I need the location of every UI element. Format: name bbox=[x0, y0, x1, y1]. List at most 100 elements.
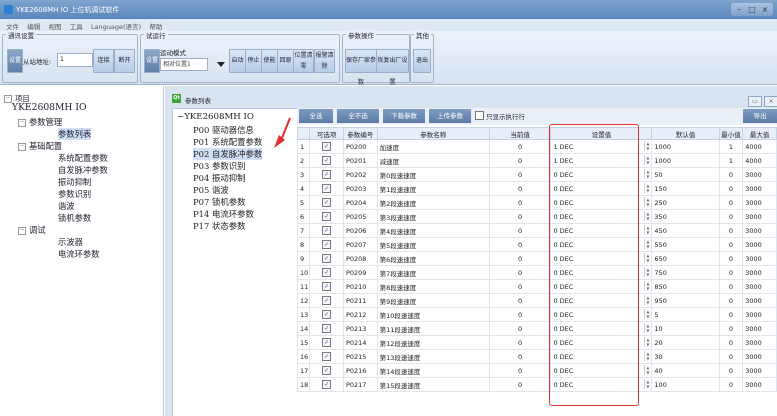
tree-item-lock[interactable]: 锁机参数 bbox=[58, 212, 91, 224]
row-select-checkbox[interactable]: ✓ bbox=[309, 181, 344, 196]
row-select-checkbox[interactable]: ✓ bbox=[309, 335, 344, 350]
setting-value-input[interactable]: 0 DEC ▲ ▼ bbox=[550, 293, 653, 308]
row-select-checkbox[interactable]: ✓ bbox=[309, 363, 344, 378]
setting-value-input[interactable]: 0 DEC ▲ ▼ bbox=[550, 181, 653, 196]
setting-value-input[interactable]: 0 DEC ▲ ▼ bbox=[550, 349, 653, 364]
param-group-item[interactable]: P05 谐波 bbox=[193, 184, 229, 196]
table-row[interactable]: 13 ✓ P0212 第10段速速度 0 0 DEC ▲ ▼ 5 0 3000 bbox=[296, 307, 777, 322]
minimize-icon[interactable]: – bbox=[733, 4, 745, 15]
select-none-button[interactable]: 全不选 bbox=[337, 109, 379, 123]
setting-value-input[interactable]: 0 DEC ▲ ▼ bbox=[550, 223, 653, 238]
checkbox-checked-icon[interactable]: ✓ bbox=[322, 324, 332, 333]
tree-item-self-pulse[interactable]: 自发脉冲参数 bbox=[58, 164, 108, 176]
checkbox-checked-icon[interactable]: ✓ bbox=[322, 380, 332, 389]
checkbox-checked-icon[interactable]: ✓ bbox=[322, 254, 332, 263]
row-select-checkbox[interactable]: ✓ bbox=[309, 153, 344, 168]
spinner-icon[interactable]: ▲ ▼ bbox=[644, 211, 650, 221]
restore-icon[interactable]: ▭ bbox=[748, 96, 762, 107]
table-row[interactable]: 3 ✓ P0202 第0段速速度 0 0 DEC ▲ ▼ 50 0 3000 bbox=[296, 167, 777, 182]
collapse-icon[interactable]: − bbox=[4, 95, 12, 103]
tree-item-harmonic[interactable]: 谐波 bbox=[58, 200, 75, 212]
spinner-icon[interactable]: ▲ ▼ bbox=[644, 141, 650, 151]
restore-factory-button[interactable]: 恢复出厂设置 bbox=[376, 49, 409, 86]
spinner-icon[interactable]: ▲ ▼ bbox=[644, 239, 650, 249]
row-select-checkbox[interactable]: ✓ bbox=[309, 195, 344, 210]
connect-button[interactable]: 连接 bbox=[93, 49, 114, 73]
param-group-item[interactable]: P17 状态参数 bbox=[193, 220, 245, 232]
row-select-checkbox[interactable]: ✓ bbox=[309, 321, 344, 336]
table-row[interactable]: 11 ✓ P0210 第8段速速度 0 0 DEC ▲ ▼ 850 0 3000 bbox=[296, 279, 777, 294]
checkbox-checked-icon[interactable]: ✓ bbox=[322, 296, 332, 305]
download-params-button[interactable]: 下载参数 bbox=[383, 109, 425, 123]
position-clear-button[interactable]: 位置清零 bbox=[293, 49, 314, 73]
export-button[interactable]: 导出 bbox=[743, 109, 777, 123]
param-group-item[interactable]: P07 锁机参数 bbox=[193, 196, 245, 208]
setting-value-input[interactable]: 0 DEC ▲ ▼ bbox=[550, 237, 653, 252]
table-row[interactable]: 15 ✓ P0214 第12段速速度 0 0 DEC ▲ ▼ 20 0 3000 bbox=[296, 335, 777, 350]
row-select-checkbox[interactable]: ✓ bbox=[309, 307, 344, 322]
close-icon[interactable]: × bbox=[764, 96, 777, 107]
start-button[interactable]: 启动 bbox=[229, 49, 246, 73]
table-row[interactable]: 7 ✓ P0206 第4段速速度 0 0 DEC ▲ ▼ 450 0 3000 bbox=[296, 223, 777, 238]
checkbox-checked-icon[interactable]: ✓ bbox=[322, 282, 332, 291]
param-group-item[interactable]: P03 参数识别 bbox=[193, 160, 245, 172]
table-row[interactable]: 18 ✓ P0217 第15段速速度 0 0 DEC ▲ ▼ 100 0 3000 bbox=[296, 377, 777, 392]
menu-view[interactable]: 视图 bbox=[48, 21, 61, 31]
tree-item-param-ident[interactable]: 参数识别 bbox=[58, 188, 91, 200]
tree-device[interactable]: YKE2608MH IO bbox=[12, 102, 87, 113]
spinner-icon[interactable]: ▲ ▼ bbox=[644, 309, 650, 319]
setting-value-input[interactable]: 0 DEC ▲ ▼ bbox=[550, 335, 653, 350]
tree-item-param-list[interactable]: 参数列表 bbox=[58, 128, 92, 140]
tree-debug[interactable]: − 调试 bbox=[18, 224, 46, 236]
slave-address-input[interactable]: 1 bbox=[57, 53, 93, 67]
table-row[interactable]: 8 ✓ P0207 第5段速速度 0 0 DEC ▲ ▼ 550 0 3000 bbox=[296, 237, 777, 252]
run-mode-select[interactable]: 相对位置1 bbox=[160, 58, 208, 71]
param-group-item[interactable]: P01 系统配置参数 bbox=[193, 136, 262, 148]
table-row[interactable]: 4 ✓ P0203 第1段速速度 0 0 DEC ▲ ▼ 150 0 3000 bbox=[296, 181, 777, 196]
setting-value-input[interactable]: 1 DEC ▲ ▼ bbox=[550, 153, 653, 168]
table-row[interactable]: 10 ✓ P0209 第7段速速度 0 0 DEC ▲ ▼ 750 0 3000 bbox=[296, 265, 777, 280]
exit-button[interactable]: 退出 bbox=[413, 49, 431, 73]
checkbox-checked-icon[interactable]: ✓ bbox=[322, 156, 332, 165]
tree-basic-config[interactable]: − 基础配置 bbox=[18, 140, 62, 152]
setting-value-input[interactable]: 0 DEC ▲ ▼ bbox=[550, 377, 653, 392]
table-row[interactable]: 12 ✓ P0211 第9段速速度 0 0 DEC ▲ ▼ 950 0 3000 bbox=[296, 293, 777, 308]
setting-value-input[interactable]: 0 DEC ▲ ▼ bbox=[550, 321, 653, 336]
tree-item-current-loop[interactable]: 电流环参数 bbox=[58, 248, 100, 260]
checkbox-checked-icon[interactable]: ✓ bbox=[322, 352, 332, 361]
spinner-icon[interactable]: ▲ ▼ bbox=[644, 225, 650, 235]
row-select-checkbox[interactable]: ✓ bbox=[309, 265, 344, 280]
row-select-checkbox[interactable]: ✓ bbox=[309, 237, 344, 252]
spinner-icon[interactable]: ▲ ▼ bbox=[644, 323, 650, 333]
spinner-icon[interactable]: ▲ ▼ bbox=[644, 155, 650, 165]
tree-item-vibration[interactable]: 振动抑制 bbox=[58, 176, 91, 188]
checkbox-checked-icon[interactable]: ✓ bbox=[322, 142, 332, 151]
checkbox-checked-icon[interactable]: ✓ bbox=[322, 198, 332, 207]
checkbox-checked-icon[interactable]: ✓ bbox=[322, 226, 332, 235]
row-select-checkbox[interactable]: ✓ bbox=[309, 349, 344, 364]
spinner-icon[interactable]: ▲ ▼ bbox=[644, 365, 650, 375]
collapse-icon[interactable]: − bbox=[18, 142, 26, 151]
param-tree-root[interactable]: −YKE2608MH IO bbox=[177, 112, 254, 122]
chevron-down-icon[interactable] bbox=[217, 62, 225, 67]
stop-button[interactable]: 停止 bbox=[245, 49, 262, 73]
checkbox-checked-icon[interactable]: ✓ bbox=[322, 338, 332, 347]
checkbox-checked-icon[interactable]: ✓ bbox=[322, 184, 332, 193]
spinner-icon[interactable]: ▲ ▼ bbox=[644, 379, 650, 389]
checkbox-checked-icon[interactable]: ✓ bbox=[322, 268, 332, 277]
param-group-item[interactable]: P14 电流环参数 bbox=[193, 208, 254, 220]
spinner-icon[interactable]: ▲ ▼ bbox=[644, 183, 650, 193]
spinner-icon[interactable]: ▲ ▼ bbox=[644, 295, 650, 305]
row-select-checkbox[interactable]: ✓ bbox=[309, 279, 344, 294]
table-row[interactable]: 1 ✓ P0200 加速度 0 1 DEC ▲ ▼ 1000 1 4000 bbox=[296, 139, 777, 154]
collapse-icon[interactable]: − bbox=[18, 118, 26, 127]
table-row[interactable]: 14 ✓ P0213 第11段速速度 0 0 DEC ▲ ▼ 10 0 3000 bbox=[296, 321, 777, 336]
param-group-item[interactable]: P04 振动抑制 bbox=[193, 172, 245, 184]
table-row[interactable]: 2 ✓ P0201 减速度 0 1 DEC ▲ ▼ 1000 1 4000 bbox=[296, 153, 777, 168]
menu-tools[interactable]: 工具 bbox=[70, 21, 83, 31]
checkbox-checked-icon[interactable]: ✓ bbox=[322, 366, 332, 375]
row-select-checkbox[interactable]: ✓ bbox=[309, 223, 344, 238]
spinner-icon[interactable]: ▲ ▼ bbox=[644, 281, 650, 291]
row-select-checkbox[interactable]: ✓ bbox=[309, 139, 344, 154]
only-exec-rows-checkbox[interactable] bbox=[475, 111, 484, 120]
